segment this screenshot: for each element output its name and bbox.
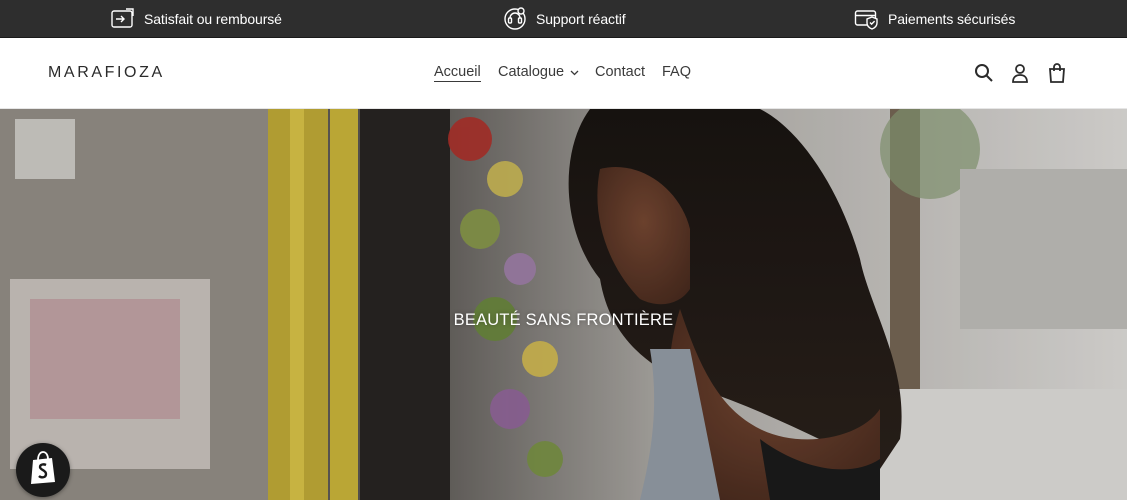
nav-item-label: Catalogue	[498, 64, 565, 80]
shopify-bag-icon	[28, 450, 58, 490]
search-icon[interactable]	[973, 62, 995, 84]
nav-item-faq[interactable]: FAQ	[662, 64, 691, 80]
hero-title: BEAUTÉ SANS FRONTIÈRE	[453, 311, 674, 329]
nav-item-contact[interactable]: Contact	[595, 64, 645, 80]
feature-label: Support réactif	[536, 11, 626, 27]
nav-item-label: Accueil	[434, 64, 481, 80]
nav-item-label: FAQ	[662, 64, 692, 80]
chevron-down-icon	[570, 64, 579, 80]
main-nav: Accueil Catalogue Contact FAQ	[0, 64, 1127, 84]
site-header: MARAFIOZA Accueil Catalogue Contact FAQ	[0, 38, 1127, 109]
support-agent-icon	[502, 6, 528, 32]
shopify-badge[interactable]	[16, 443, 70, 497]
nav-item-label: Contact	[595, 64, 645, 80]
money-back-icon	[110, 7, 136, 31]
feature-secure-payment: Paiements sécurisés	[854, 0, 1015, 38]
feature-money-back: Satisfait ou remboursé	[110, 0, 282, 38]
feature-label: Satisfait ou remboursé	[144, 11, 282, 27]
cart-icon[interactable]	[1046, 62, 1068, 84]
hero-image	[0, 109, 1127, 500]
hero-banner: BEAUTÉ SANS FRONTIÈRE	[0, 109, 1127, 500]
secure-payment-icon	[854, 8, 880, 30]
account-icon[interactable]	[1009, 62, 1031, 84]
nav-item-accueil[interactable]: Accueil	[434, 64, 481, 82]
feature-support: Support réactif	[502, 0, 626, 38]
feature-label: Paiements sécurisés	[888, 11, 1016, 27]
nav-item-catalogue[interactable]: Catalogue	[498, 64, 579, 80]
announcement-bar: Satisfait ou remboursé Support réactif P…	[0, 0, 1127, 38]
